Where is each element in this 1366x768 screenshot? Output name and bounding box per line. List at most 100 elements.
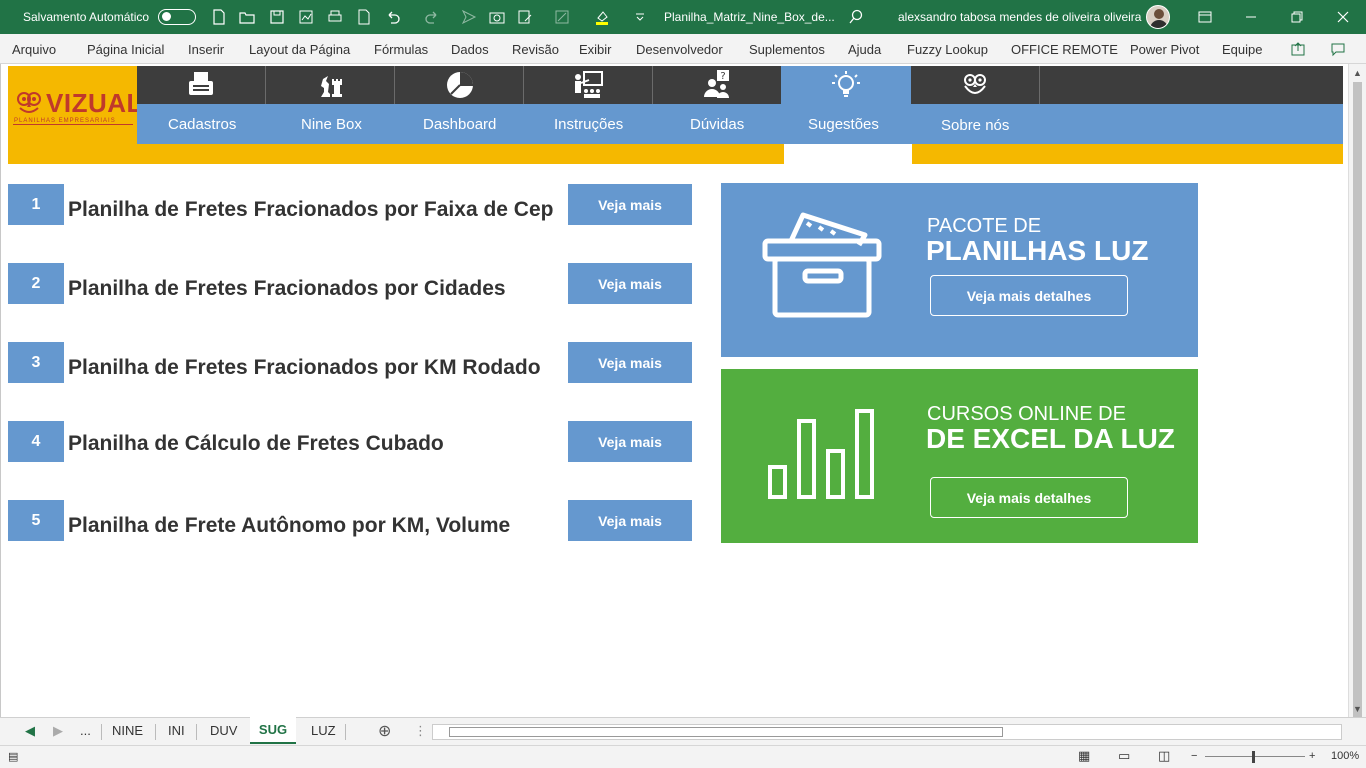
- menu-inserir[interactable]: Inserir: [188, 42, 224, 57]
- tab-ini[interactable]: INI: [168, 723, 185, 738]
- undo-icon[interactable]: [384, 8, 402, 26]
- owl-icon[interactable]: [958, 68, 992, 102]
- avatar[interactable]: [1146, 5, 1170, 29]
- minimize-icon[interactable]: [1242, 8, 1260, 26]
- restore-icon[interactable]: [1288, 8, 1306, 26]
- prev-sheet-icon[interactable]: ◀: [25, 723, 35, 739]
- pie-chart-icon[interactable]: [443, 68, 477, 102]
- vertical-scrollbar[interactable]: ▲ ▼: [1348, 64, 1366, 726]
- pacote-planilhas-card[interactable]: PACOTE DE PLANILHAS LUZ Veja mais detalh…: [721, 183, 1198, 357]
- veja-mais-detalhes-button[interactable]: Veja mais detalhes: [930, 477, 1128, 518]
- item-number: 2: [8, 263, 64, 304]
- draw-icon[interactable]: [553, 8, 571, 26]
- send-icon[interactable]: [460, 8, 478, 26]
- macro-record-icon[interactable]: ▤: [8, 750, 18, 763]
- add-sheet-icon[interactable]: ⊕: [378, 721, 391, 741]
- search-icon[interactable]: [847, 8, 865, 26]
- tab-sug[interactable]: SUG: [250, 717, 296, 744]
- veja-mais-detalhes-button[interactable]: Veja mais detalhes: [930, 275, 1128, 316]
- veja-mais-button[interactable]: Veja mais: [568, 184, 692, 225]
- customize-qat-icon[interactable]: [631, 8, 649, 26]
- splitter-handle-icon[interactable]: ⋮: [414, 723, 427, 739]
- nav-sobre-nos[interactable]: Sobre nós: [941, 117, 1009, 134]
- page-layout-icon[interactable]: ▭: [1118, 748, 1130, 764]
- menu-office-remote[interactable]: OFFICE REMOTE: [1011, 42, 1118, 57]
- share-icon[interactable]: [1289, 40, 1307, 58]
- zoom-out-icon[interactable]: −: [1191, 750, 1197, 762]
- item-number: 5: [8, 500, 64, 541]
- ribbon-display-icon[interactable]: [1196, 8, 1214, 26]
- menu-ajuda[interactable]: Ajuda: [848, 42, 881, 57]
- nav-cadastros[interactable]: Cadastros: [168, 116, 236, 133]
- menu-formulas[interactable]: Fórmulas: [374, 42, 428, 57]
- veja-mais-button[interactable]: Veja mais: [568, 421, 692, 462]
- tab-divider: [196, 724, 197, 740]
- veja-mais-button[interactable]: Veja mais: [568, 342, 692, 383]
- card-headline: DE EXCEL DA LUZ: [926, 423, 1175, 454]
- scroll-thumb[interactable]: [449, 727, 1003, 737]
- teacher-board-icon[interactable]: [571, 68, 605, 102]
- veja-mais-button[interactable]: Veja mais: [568, 263, 692, 304]
- horizontal-scrollbar[interactable]: [432, 724, 1342, 740]
- menu-power-pivot[interactable]: Power Pivot: [1130, 42, 1199, 57]
- menu-fuzzy-lookup[interactable]: Fuzzy Lookup: [907, 42, 988, 57]
- tab-nine[interactable]: NINE: [112, 723, 143, 738]
- veja-mais-button[interactable]: Veja mais: [568, 500, 692, 541]
- menu-arquivo[interactable]: Arquivo: [12, 42, 56, 57]
- scroll-thumb[interactable]: [1353, 82, 1362, 726]
- nav-sugestoes[interactable]: Sugestões: [808, 116, 879, 133]
- open-folder-icon[interactable]: [238, 8, 256, 26]
- tab-duv[interactable]: DUV: [210, 723, 237, 738]
- menu-pagina-inicial[interactable]: Página Inicial: [87, 42, 164, 57]
- lightbulb-icon[interactable]: [829, 68, 863, 102]
- ribbon-tabs: Arquivo Página Inicial Inserir Layout da…: [0, 34, 1366, 64]
- camera-icon[interactable]: [488, 8, 506, 26]
- normal-view-icon[interactable]: ▦: [1078, 748, 1090, 764]
- nav-instrucoes[interactable]: Instruções: [554, 116, 623, 133]
- autosave-toggle[interactable]: [158, 9, 196, 25]
- pdf-icon[interactable]: [355, 8, 373, 26]
- nav-dashboard[interactable]: Dashboard: [423, 116, 496, 133]
- sheet-tabs-bar: ◀ ▶ ... NINE INI DUV SUG LUZ ⊕ ⋮: [0, 717, 1366, 745]
- page-break-icon[interactable]: ◫: [1158, 748, 1170, 764]
- chess-icon[interactable]: [314, 68, 348, 102]
- menu-dados[interactable]: Dados: [451, 42, 489, 57]
- close-icon[interactable]: [1334, 8, 1352, 26]
- nav-divider: [1039, 66, 1040, 104]
- tab-divider: [345, 724, 346, 740]
- scroll-up-icon[interactable]: ▲: [1353, 68, 1362, 78]
- archive-box-icon: [762, 212, 882, 318]
- new-file-icon[interactable]: [210, 8, 228, 26]
- menu-exibir[interactable]: Exibir: [579, 42, 612, 57]
- edit-sheet-icon[interactable]: [516, 8, 534, 26]
- scroll-down-icon[interactable]: ▼: [1353, 704, 1362, 714]
- more-sheets[interactable]: ...: [80, 723, 91, 738]
- next-sheet-icon[interactable]: ▶: [53, 723, 63, 739]
- tab-luz[interactable]: LUZ: [311, 723, 336, 738]
- typewriter-icon[interactable]: [184, 68, 218, 102]
- comments-icon[interactable]: [1329, 40, 1347, 58]
- nav-nine-box[interactable]: Nine Box: [301, 116, 362, 133]
- zoom-in-icon[interactable]: +: [1309, 750, 1315, 762]
- fill-color-icon[interactable]: [593, 8, 611, 26]
- zoom-slider-thumb[interactable]: [1252, 751, 1255, 763]
- zoom-slider[interactable]: [1205, 756, 1305, 757]
- nav-duvidas[interactable]: Dúvidas: [690, 116, 744, 133]
- nav-divider: [265, 66, 266, 104]
- menu-layout[interactable]: Layout da Página: [249, 42, 350, 57]
- logo-tagline: PLANILHAS EMPRESARIAIS: [14, 118, 116, 124]
- cursos-online-card[interactable]: CURSOS ONLINE DE DE EXCEL DA LUZ Veja ma…: [721, 369, 1198, 543]
- zoom-level[interactable]: 100%: [1331, 750, 1359, 762]
- item-title: Planilha de Cálculo de Fretes Cubado: [68, 432, 444, 455]
- redo-icon[interactable]: [423, 8, 441, 26]
- menu-equipe[interactable]: Equipe: [1222, 42, 1262, 57]
- menu-desenvolvedor[interactable]: Desenvolvedor: [636, 42, 723, 57]
- menu-suplementos[interactable]: Suplementos: [749, 42, 825, 57]
- chart-icon[interactable]: [297, 8, 315, 26]
- menu-revisao[interactable]: Revisão: [512, 42, 559, 57]
- status-bar: ▤ ▦ ▭ ◫ − + 100%: [0, 745, 1366, 768]
- question-people-icon[interactable]: ?: [700, 68, 734, 102]
- owl-logo-icon: [17, 92, 41, 113]
- save-icon[interactable]: [268, 8, 286, 26]
- print-icon[interactable]: [326, 8, 344, 26]
